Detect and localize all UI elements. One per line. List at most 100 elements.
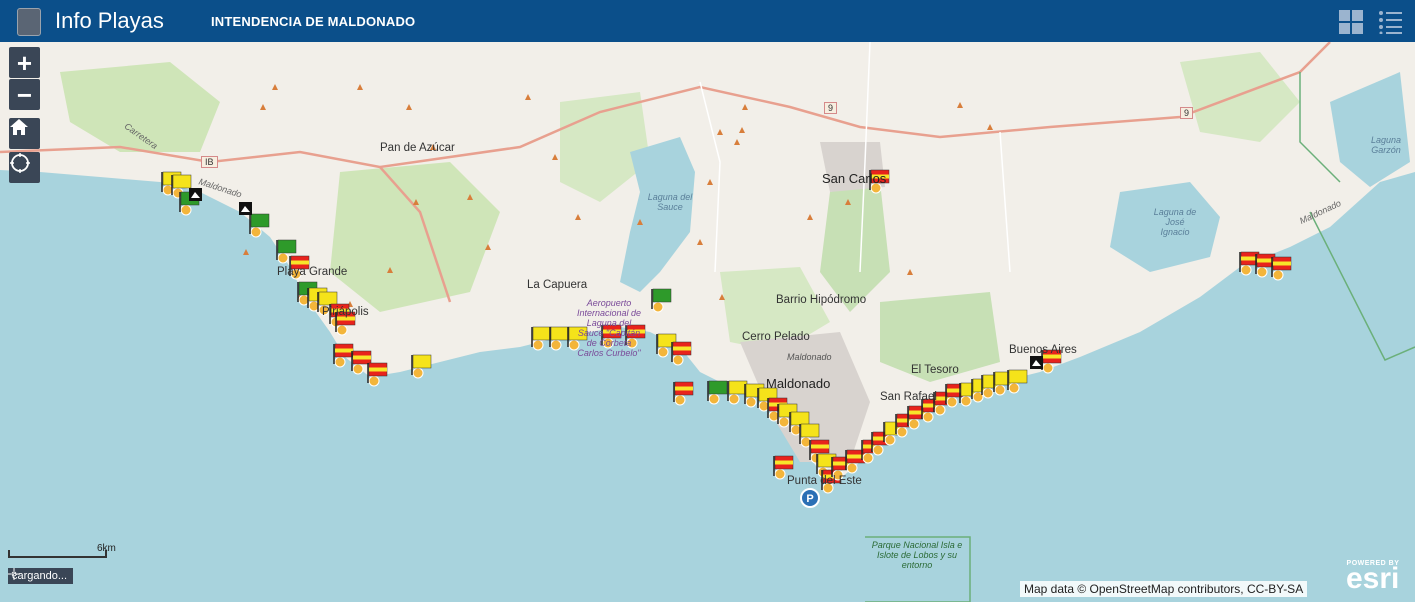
beach-badge <box>412 367 424 379</box>
beach-badge <box>922 411 934 423</box>
status-indicator: cargando... <box>8 568 74 584</box>
flag-band <box>675 386 693 391</box>
beach-flag-icon[interactable] <box>671 341 692 366</box>
pin-marker[interactable]: P <box>800 488 820 508</box>
place-label: Playa Grande <box>277 266 348 278</box>
app-header: Info Playas INTENDENCIA DE MALDONADO <box>0 0 1415 42</box>
place-label: Punta del Este <box>787 475 862 487</box>
locate-icon <box>10 153 30 173</box>
beach-flag-icon[interactable] <box>707 380 728 405</box>
beach-flag-icon[interactable] <box>531 326 552 351</box>
beach-badge <box>1042 362 1054 374</box>
scale-label: 6km <box>97 543 116 554</box>
flag-cloth <box>412 354 432 369</box>
locate-button[interactable] <box>9 152 40 183</box>
beach-badge <box>982 387 994 399</box>
beach-flag-icon[interactable] <box>673 381 694 406</box>
airport-label: Aeropuerto Internacional de Laguna del S… <box>576 298 642 358</box>
zoom-out-button[interactable]: − <box>9 79 40 110</box>
building-icon[interactable] <box>189 188 202 201</box>
beach-badge <box>1256 266 1268 278</box>
beach-badge <box>657 346 669 358</box>
zoom-in-label: + <box>16 47 33 78</box>
organization-title: INTENDENCIA DE MALDONADO <box>211 14 416 29</box>
beach-flag-icon[interactable] <box>549 326 570 351</box>
beach-badge <box>250 226 262 238</box>
place-label: Buenos Aires <box>1009 344 1077 356</box>
flag-band <box>775 460 793 465</box>
map-view[interactable]: P Pan de Azúcar San Carlos Playa Grande … <box>0 42 1415 602</box>
home-icon <box>10 119 28 135</box>
beach-badge <box>908 418 920 430</box>
place-label: Barrio Hipódromo <box>776 294 867 306</box>
coast-protection-boundary <box>1309 211 1415 361</box>
park-label: Parque Nacional Isla e Islote de Lobos y… <box>871 540 963 570</box>
beach-badge <box>934 404 946 416</box>
beach-badge <box>846 462 858 474</box>
place-label: Maldonado <box>766 376 831 391</box>
place-label: Maldonado <box>787 352 832 362</box>
beach-badge <box>672 354 684 366</box>
place-label: San Carlos <box>822 171 887 186</box>
flag-band <box>335 348 353 353</box>
basemap-gallery-icon[interactable] <box>1339 10 1363 34</box>
beach-badge <box>180 204 192 216</box>
beach-badge <box>334 356 346 368</box>
route-badge: 9 <box>1180 107 1194 119</box>
place-label: El Tesoro <box>911 364 959 376</box>
status-text: cargando... <box>12 570 68 582</box>
beach-badge <box>896 426 908 438</box>
water-label: Laguna Garzón <box>1370 135 1402 155</box>
beach-badge <box>550 339 562 351</box>
flag-cloth <box>652 288 672 303</box>
flag-cloth <box>318 291 338 306</box>
beach-badge <box>1240 264 1252 276</box>
flag-cloth <box>790 411 810 426</box>
water-label: Laguna de José Ignacio <box>1153 207 1197 237</box>
flag-cloth <box>708 380 728 395</box>
home-button[interactable] <box>9 118 40 149</box>
beach-flag-icon[interactable] <box>1007 369 1028 394</box>
beach-badge <box>872 444 884 456</box>
beach-badge <box>994 384 1006 396</box>
beach-badge <box>728 393 740 405</box>
zoom-in-button[interactable]: + <box>9 47 40 78</box>
beach-badge <box>652 301 664 313</box>
building-icon[interactable] <box>1030 356 1043 369</box>
flag-cloth <box>172 174 192 189</box>
svg-text:P: P <box>806 493 813 505</box>
esri-name: esri <box>1346 562 1400 595</box>
beach-flag-icon[interactable] <box>367 362 388 387</box>
esri-logo[interactable]: POWERED BY esri <box>1346 560 1400 595</box>
beach-badge <box>884 434 896 446</box>
beach-badge <box>532 339 544 351</box>
building-icon[interactable] <box>239 202 252 215</box>
flag-cloth <box>800 423 820 438</box>
place-label: San Rafael <box>880 391 937 403</box>
flag-cloth <box>250 213 270 228</box>
flag-band <box>369 367 387 372</box>
flag-cloth <box>550 326 570 341</box>
beach-badge <box>674 394 686 406</box>
route-badge: 9 <box>824 102 838 114</box>
beach-badge <box>368 375 380 387</box>
beach-flag-icon[interactable] <box>411 354 432 379</box>
beach-badge <box>862 452 874 464</box>
beach-flag-icon[interactable] <box>1271 256 1292 281</box>
beach-badge <box>277 252 289 264</box>
flag-band <box>811 444 829 449</box>
app-logo <box>17 8 41 36</box>
flag-band <box>1273 261 1291 266</box>
beach-badge <box>1272 269 1284 281</box>
beach-badge <box>960 395 972 407</box>
map-attribution: Map data © OpenStreetMap contributors, C… <box>1020 581 1308 597</box>
layer-list-icon[interactable] <box>1378 10 1402 34</box>
route-badge: IB <box>201 156 218 168</box>
water-label: Laguna del Sauce <box>647 192 693 212</box>
beach-badge <box>778 416 790 428</box>
scale-bar <box>8 550 107 558</box>
beach-flag-icon[interactable] <box>333 343 354 368</box>
beach-flag-icon[interactable] <box>727 380 748 405</box>
basemap: P <box>0 42 1415 602</box>
zoom-out-label: − <box>16 79 33 110</box>
